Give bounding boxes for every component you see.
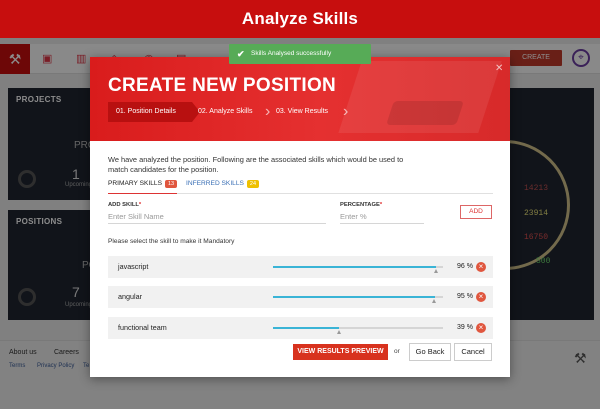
- step-view-results[interactable]: 03. View Results: [274, 102, 344, 122]
- chevron-right-icon: ›: [343, 103, 349, 120]
- laptop-keyboard-image: [386, 101, 464, 125]
- step-label: 01. Position Details: [116, 108, 176, 115]
- skill-percent: 95 %: [457, 293, 473, 300]
- step-position-details[interactable]: 01. Position Details: [108, 102, 192, 122]
- skill-slider[interactable]: [273, 266, 443, 273]
- analysis-description: We have analyzed the position. Following…: [108, 155, 404, 174]
- skill-slider[interactable]: [273, 296, 443, 303]
- tab-inferred-skills[interactable]: INFERRED SKILLS 24: [186, 180, 260, 194]
- slider-thumb-icon[interactable]: [336, 330, 341, 334]
- primary-count-badge: 13: [165, 180, 178, 188]
- add-skill-button[interactable]: ADD: [460, 205, 492, 219]
- skills-tabs: PRIMARY SKILLS 13 INFERRED SKILLS 24: [108, 180, 493, 194]
- page-title: Analyze Skills: [241, 9, 359, 28]
- tab-label: INFERRED SKILLS: [186, 180, 244, 187]
- skill-percent: 39 %: [457, 324, 473, 331]
- skill-row[interactable]: javascript 96 % ×: [108, 256, 493, 278]
- skill-row[interactable]: angular 95 % ×: [108, 286, 493, 308]
- modal-title: CREATE NEW POSITION: [108, 75, 337, 96]
- skill-row[interactable]: functional team 39 % ×: [108, 317, 493, 339]
- slider-thumb-icon[interactable]: [432, 299, 436, 303]
- slider-thumb-icon[interactable]: [433, 269, 438, 273]
- tab-label: PRIMARY SKILLS: [108, 180, 162, 187]
- check-icon: ✔: [237, 49, 245, 59]
- skill-slider-fill: [273, 296, 435, 298]
- step-label: 03. View Results: [276, 108, 329, 115]
- go-back-button[interactable]: Go Back: [409, 343, 451, 361]
- mandatory-hint: Please select the skill to make it Manda…: [108, 238, 235, 245]
- close-icon[interactable]: ✕: [495, 63, 503, 74]
- percentage-input[interactable]: [340, 210, 424, 224]
- remove-skill-icon[interactable]: ×: [476, 292, 486, 302]
- success-toast: ✔ Skills Analysed successfully: [229, 44, 371, 64]
- skill-name-input[interactable]: [108, 210, 326, 224]
- view-results-preview-button[interactable]: VIEW RESULTS PREVIEW: [293, 344, 388, 360]
- add-skill-label: ADD SKILL*: [108, 202, 142, 208]
- modal-header: ✕ CREATE NEW POSITION 01. Position Detai…: [90, 57, 510, 141]
- skill-name: javascript: [118, 262, 149, 271]
- percentage-label: PERCENTAGE*: [340, 202, 383, 208]
- skill-name: functional team: [118, 323, 167, 332]
- chevron-right-icon: ›: [265, 103, 271, 120]
- or-separator: or: [394, 348, 400, 355]
- step-label: 02. Analyze Skills: [198, 108, 253, 115]
- inferred-count-badge: 24: [246, 180, 260, 188]
- skill-slider-fill: [273, 266, 437, 268]
- tab-primary-skills[interactable]: PRIMARY SKILLS 13: [108, 180, 178, 194]
- skill-slider-fill: [273, 327, 340, 329]
- step-analyze-skills[interactable]: 02. Analyze Skills: [196, 102, 264, 122]
- cancel-button[interactable]: Cancel: [454, 343, 492, 361]
- remove-skill-icon[interactable]: ×: [476, 323, 486, 333]
- skill-slider[interactable]: [273, 327, 443, 334]
- toast-message: Skills Analysed successfully: [251, 50, 332, 57]
- skill-percent: 96 %: [457, 263, 473, 270]
- skill-name: angular: [118, 292, 142, 301]
- page-title-banner: Analyze Skills: [0, 0, 600, 38]
- create-position-modal: ✕ CREATE NEW POSITION 01. Position Detai…: [90, 57, 510, 377]
- remove-skill-icon[interactable]: ×: [476, 262, 486, 272]
